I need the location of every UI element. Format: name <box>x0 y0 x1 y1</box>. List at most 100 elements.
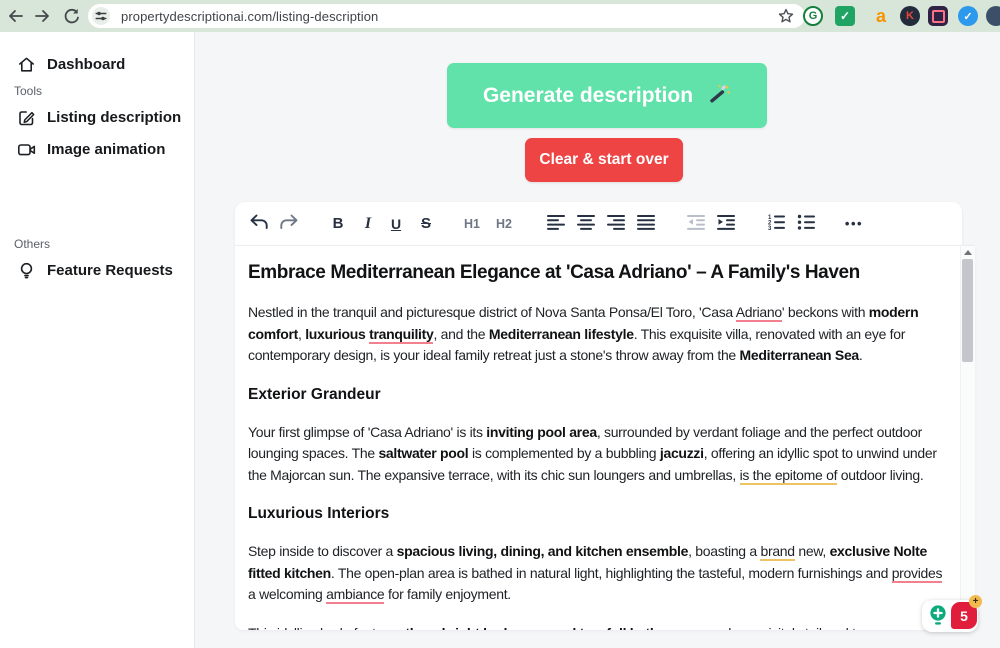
toolbar-indent-button[interactable] <box>713 210 739 237</box>
purple-extension-glyph <box>931 9 945 23</box>
text-run: is the epitome of <box>739 466 838 485</box>
green-check-extension-icon[interactable]: ✓ <box>835 6 855 26</box>
text-run: Mediterranean lifestyle <box>488 325 634 342</box>
text-run: This idyllic abode features <box>248 625 405 631</box>
text-run: . The open-plan area is bathed in natura… <box>330 564 892 581</box>
more-glyph: ••• <box>844 216 864 231</box>
toolbar-heading2-button[interactable]: H2 <box>491 210 517 237</box>
text-run: new, <box>794 543 830 559</box>
toolbar-align-justify-button[interactable] <box>633 210 659 237</box>
svg-text:3: 3 <box>768 226 772 230</box>
text-run: saltwater pool <box>378 445 469 461</box>
generate-description-button[interactable]: Generate description <box>447 63 767 128</box>
editor-paragraph: This idyllic abode features three bright… <box>248 623 953 631</box>
toolbar-align-center-button[interactable] <box>573 210 599 237</box>
bold-glyph: B <box>332 215 344 232</box>
text-run: , and the <box>433 325 489 342</box>
toolbar-underline-button[interactable]: U <box>383 210 409 237</box>
sidebar-item-label: Dashboard <box>47 55 126 73</box>
toolbar-more-button[interactable]: ••• <box>841 210 867 237</box>
editor-content[interactable]: Embrace Mediterranean Elegance at 'Casa … <box>235 245 975 630</box>
lightbulb-icon <box>16 260 36 280</box>
text-run: three bright bedrooms and two full bathr… <box>405 625 699 631</box>
indent-icon <box>717 214 735 233</box>
toolbar-undo-button[interactable] <box>246 210 272 237</box>
amazon-extension-icon[interactable]: a <box>871 6 891 26</box>
text-run: Mediterranean Sea <box>739 347 860 363</box>
editor-scrollbar[interactable] <box>960 246 975 630</box>
sidebar-item-image-animation[interactable]: Image animation <box>16 137 165 161</box>
sidebar-item-feature-requests[interactable]: Feature Requests <box>16 258 173 282</box>
sidebar-item-label: Feature Requests <box>47 261 173 279</box>
video-camera-icon <box>16 139 36 159</box>
undo-icon <box>249 214 269 233</box>
toolbar-heading1-button[interactable]: H1 <box>459 210 485 237</box>
suggestions-count: 5 <box>960 607 968 624</box>
sidebar-item-listing-description[interactable]: Listing description <box>16 105 181 129</box>
text-run: for family enjoyment. <box>384 586 511 602</box>
text-run: is complemented by a bubbling <box>468 445 660 461</box>
outdent-icon <box>687 214 705 233</box>
star-icon <box>778 8 794 23</box>
sidebar-item-dashboard[interactable]: Dashboard <box>16 52 125 76</box>
forward-button[interactable] <box>34 7 52 25</box>
url-text: propertydescriptionai.com/listing-descri… <box>121 9 379 24</box>
reload-icon <box>64 8 79 24</box>
toolbar-outdent-button[interactable] <box>683 210 709 237</box>
address-bar[interactable]: propertydescriptionai.com/listing-descri… <box>88 4 805 28</box>
text-run: Your first glimpse of 'Casa Adriano' is … <box>248 423 487 440</box>
text-run: tranquility <box>369 325 434 344</box>
edit-icon <box>16 107 36 127</box>
writing-assistant-widget[interactable]: 5 + <box>922 595 982 632</box>
align-justify-icon <box>637 214 655 233</box>
scroll-up-button[interactable] <box>964 250 972 255</box>
toolbar-ordered-list-button[interactable]: 123 <box>763 210 789 237</box>
purple-extension-icon[interactable] <box>928 6 948 26</box>
text-run: Adriano <box>735 304 782 322</box>
clear-start-over-button[interactable]: Clear & start over <box>525 138 683 182</box>
back-button[interactable] <box>6 7 24 25</box>
text-run: provides <box>891 564 943 583</box>
heading2-glyph: H2 <box>496 216 512 231</box>
sidebar-item-label: Listing description <box>47 108 182 126</box>
text-run: luxurious <box>305 325 370 342</box>
browser-toolbar: propertydescriptionai.com/listing-descri… <box>0 0 1000 32</box>
text-run: Luxurious Interiors <box>248 505 390 522</box>
toolbar-align-right-button[interactable] <box>603 210 629 237</box>
italic-glyph: I <box>364 214 372 232</box>
blue-check-extension-icon[interactable]: ✓ <box>958 6 978 26</box>
bookmark-star-button[interactable] <box>778 8 794 24</box>
text-run: brand <box>760 543 795 561</box>
editor-paragraph: Step inside to discover a spacious livin… <box>248 541 953 606</box>
text-run: Embrace Mediterranean Elegance at 'Casa … <box>248 262 860 283</box>
toolbar-strikethrough-button[interactable]: S <box>413 210 439 237</box>
text-run: Nestled in the tranquil and picturesque … <box>248 304 736 320</box>
keeper-extension-icon[interactable]: K <box>900 6 920 26</box>
toolbar-redo-button[interactable] <box>276 210 302 237</box>
editor-heading: Luxurious Interiors <box>248 504 953 524</box>
scrollbar-thumb[interactable] <box>962 259 973 362</box>
text-run: jacuzzi <box>659 445 704 461</box>
bullet-list-icon <box>797 214 815 233</box>
toolbar-bullet-list-button[interactable] <box>793 210 819 237</box>
text-run: a welcoming <box>248 586 327 602</box>
premium-plus-badge: + <box>969 595 982 608</box>
toolbar-bold-button[interactable]: B <box>325 210 351 237</box>
align-right-icon <box>607 214 625 233</box>
reload-button[interactable] <box>62 7 80 25</box>
magic-wand-icon <box>710 84 730 103</box>
grammarly-extension-icon[interactable]: G <box>803 6 823 26</box>
generate-description-label: Generate description <box>482 83 694 107</box>
back-icon <box>9 10 23 22</box>
sidebar: Dashboard Tools Listing description Imag… <box>0 32 195 648</box>
toolbar-italic-button[interactable]: I <box>355 210 381 237</box>
editor-toolbar: B I U S H1 H2 1 2 3 ••• <box>235 202 962 245</box>
toolbar-align-left-button[interactable] <box>543 210 569 237</box>
assistant-bulb-icon <box>930 605 946 625</box>
suggestions-count-badge[interactable]: 5 + <box>951 595 982 629</box>
site-settings-icon[interactable] <box>92 7 110 25</box>
redo-icon <box>279 214 299 233</box>
editor-heading: Embrace Mediterranean Elegance at 'Casa … <box>248 260 953 285</box>
profile-avatar[interactable] <box>986 6 1000 26</box>
clear-start-over-label: Clear & start over <box>539 151 669 168</box>
